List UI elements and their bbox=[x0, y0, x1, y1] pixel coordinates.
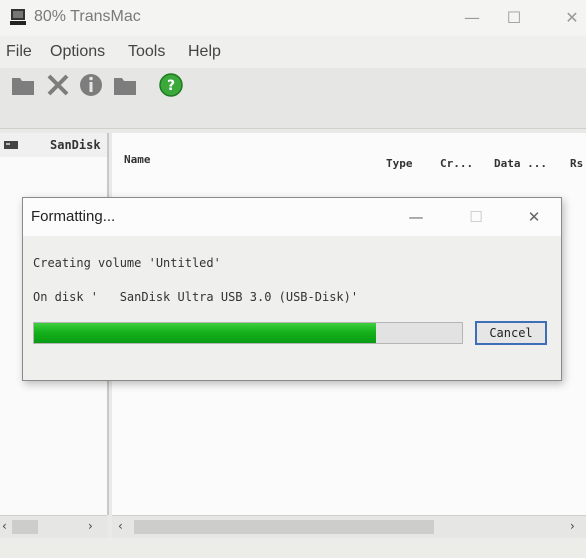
window-title: 80% TransMac bbox=[34, 8, 141, 25]
cancel-button[interactable]: Cancel bbox=[475, 321, 547, 345]
scroll-thumb[interactable] bbox=[12, 520, 38, 534]
scroll-left-icon[interactable]: ‹ bbox=[2, 519, 7, 533]
drive-icon bbox=[4, 141, 18, 149]
minimize-button[interactable]: — bbox=[452, 6, 492, 30]
left-hscrollbar[interactable]: ‹ › bbox=[0, 515, 107, 538]
title-bar: 80% TransMac — ☐ ✕ bbox=[0, 0, 586, 36]
drive-tree-header: SanDisk bbox=[0, 133, 107, 157]
format-progress-bar bbox=[33, 322, 463, 344]
column-rs[interactable]: Rs bbox=[570, 157, 583, 170]
menu-tools[interactable]: Tools bbox=[128, 43, 165, 61]
info-icon[interactable] bbox=[78, 72, 104, 98]
dialog-title-bar: Formatting... — ☐ ✕ bbox=[23, 198, 561, 236]
status-line-1: Creating volume 'Untitled' bbox=[33, 256, 221, 270]
close-button[interactable]: ✕ bbox=[552, 6, 586, 30]
dialog-title: Formatting... bbox=[31, 208, 116, 225]
help-icon[interactable]: ? bbox=[158, 72, 184, 98]
progress-fill bbox=[34, 323, 377, 343]
status-line-2: On disk ' SanDisk Ultra USB 3.0 (USB-Dis… bbox=[33, 290, 359, 304]
folder-icon[interactable] bbox=[10, 72, 36, 98]
maximize-button[interactable]: ☐ bbox=[494, 6, 534, 30]
menu-file[interactable]: File bbox=[6, 43, 32, 61]
column-created[interactable]: Cr... bbox=[440, 157, 473, 170]
app-icon bbox=[10, 9, 26, 25]
dialog-close-button[interactable]: ✕ bbox=[519, 206, 549, 228]
delete-icon[interactable] bbox=[45, 72, 71, 98]
scroll-right-icon[interactable]: › bbox=[88, 519, 93, 533]
column-type[interactable]: Type bbox=[386, 157, 413, 170]
right-hscrollbar[interactable]: ‹ › bbox=[112, 515, 586, 538]
scroll-right-icon[interactable]: › bbox=[570, 519, 575, 533]
menu-bar: File Options Tools Help bbox=[0, 36, 586, 68]
scroll-left-icon[interactable]: ‹ bbox=[118, 519, 123, 533]
dialog-minimize-button[interactable]: — bbox=[401, 206, 431, 228]
folder-open-icon[interactable] bbox=[112, 72, 138, 98]
scroll-thumb[interactable] bbox=[134, 520, 434, 534]
formatting-dialog: Formatting... — ☐ ✕ Creating volume 'Unt… bbox=[22, 197, 562, 381]
drive-label[interactable]: SanDisk bbox=[50, 138, 101, 152]
column-data[interactable]: Data ... bbox=[494, 157, 547, 170]
column-name[interactable]: Name bbox=[124, 153, 151, 166]
menu-help[interactable]: Help bbox=[188, 43, 221, 61]
svg-text:?: ? bbox=[167, 78, 175, 94]
status-bar bbox=[0, 538, 586, 558]
dialog-maximize-button: ☐ bbox=[469, 208, 483, 226]
menu-options[interactable]: Options bbox=[50, 43, 105, 61]
